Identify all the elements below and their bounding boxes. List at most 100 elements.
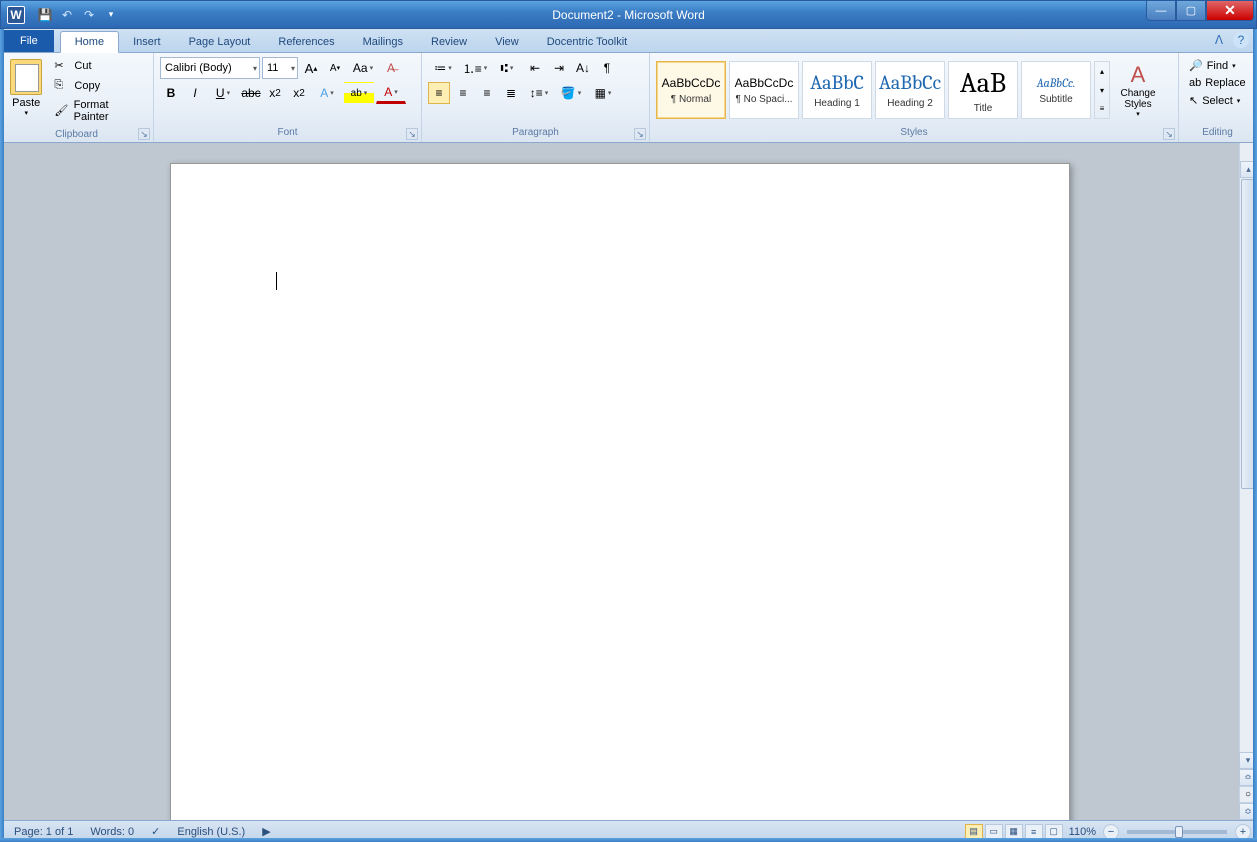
decrease-indent-button[interactable]: ⇤: [524, 57, 546, 79]
cut-button[interactable]: ✂Cut: [50, 57, 147, 75]
macro-status-icon[interactable]: ▶: [254, 825, 279, 838]
paste-label: Paste: [12, 97, 40, 109]
find-button[interactable]: 🔎Find ▾: [1185, 57, 1240, 74]
zoom-level[interactable]: 110%: [1065, 826, 1101, 838]
page-status[interactable]: Page: 1 of 1: [6, 826, 82, 838]
styles-gallery-more[interactable]: ▴▾≡: [1094, 61, 1110, 119]
font-size-combo[interactable]: 11: [262, 57, 298, 79]
bullets-button[interactable]: ≔: [428, 57, 458, 79]
align-center-button[interactable]: ≡: [452, 82, 474, 104]
shrink-font-button[interactable]: A▾: [324, 57, 346, 79]
justify-button[interactable]: ≣: [500, 82, 522, 104]
style-label: ¶ Normal: [671, 94, 711, 105]
tab-file[interactable]: File: [4, 30, 54, 52]
window-title: Document2 - Microsoft Word: [552, 8, 705, 22]
paragraph-group-label: Paragraph: [426, 125, 645, 140]
underline-button[interactable]: U: [208, 82, 238, 104]
tab-references[interactable]: References: [264, 32, 348, 52]
style-preview: AaBbCc: [879, 71, 941, 94]
numbering-button[interactable]: ⒈≡: [460, 57, 490, 79]
ribbon-tabs: File Home Insert Page Layout References …: [0, 29, 1257, 53]
copy-icon: ⎘: [54, 79, 70, 93]
tab-review[interactable]: Review: [417, 32, 481, 52]
tab-home[interactable]: Home: [60, 31, 119, 53]
font-color-button[interactable]: A: [376, 82, 406, 104]
borders-button[interactable]: ▦: [588, 82, 618, 104]
style-no-spacing[interactable]: AaBbCcDc¶ No Spaci...: [729, 61, 799, 119]
paragraph-launcher-icon[interactable]: ↘: [634, 128, 646, 140]
tab-view[interactable]: View: [481, 32, 533, 52]
title-bar: W 💾 ↶ ↷ ▾ Document2 - Microsoft Word — ▢…: [0, 0, 1257, 29]
sort-button[interactable]: A↓: [572, 57, 594, 79]
shading-button[interactable]: 🪣: [556, 82, 586, 104]
select-button[interactable]: ↖Select ▾: [1185, 92, 1244, 109]
clear-formatting-button[interactable]: A̶: [380, 57, 402, 79]
grow-font-button[interactable]: A▴: [300, 57, 322, 79]
window-frame: [1253, 29, 1257, 842]
copy-button[interactable]: ⎘Copy: [50, 77, 147, 95]
change-styles-button[interactable]: A Change Styles ▾: [1116, 62, 1160, 118]
superscript-button[interactable]: x2: [288, 82, 310, 104]
style-label: Heading 2: [887, 98, 933, 109]
text-effects-button[interactable]: A: [312, 82, 342, 104]
qat-customize-icon[interactable]: ▾: [101, 5, 121, 25]
tab-insert[interactable]: Insert: [119, 32, 175, 52]
highlight-button[interactable]: ab: [344, 82, 374, 104]
scissors-icon: ✂: [54, 59, 70, 73]
qat-undo-icon[interactable]: ↶: [57, 5, 77, 25]
close-button[interactable]: ✕: [1206, 1, 1254, 21]
minimize-ribbon-icon[interactable]: ᐱ: [1211, 32, 1227, 48]
replace-label: Replace: [1205, 77, 1245, 89]
zoom-slider-thumb[interactable]: [1175, 826, 1183, 838]
subscript-button[interactable]: x2: [264, 82, 286, 104]
document-page[interactable]: [170, 163, 1070, 820]
styles-group-label: Styles: [654, 125, 1174, 140]
style-heading-1[interactable]: AaBbCHeading 1: [802, 61, 872, 119]
format-painter-button[interactable]: 🖌Format Painter: [50, 97, 147, 125]
show-hide-button[interactable]: ¶: [596, 57, 618, 79]
style-preview: AaB: [960, 67, 1006, 99]
style-heading-2[interactable]: AaBbCc Heading 2: [875, 61, 945, 119]
style-normal[interactable]: AaBbCcDc¶ Normal: [656, 61, 726, 119]
word-app-icon[interactable]: W: [7, 6, 25, 24]
minimize-button[interactable]: —: [1146, 1, 1176, 21]
help-icon[interactable]: ?: [1233, 32, 1249, 48]
replace-icon: ab: [1189, 77, 1201, 89]
bold-button[interactable]: B: [160, 82, 182, 104]
document-area: ▤ ▴ ▾ ≏ ○ ≎: [0, 143, 1257, 820]
ribbon: Paste ▾ ✂Cut ⎘Copy 🖌Format Painter Clipb…: [0, 53, 1257, 143]
clipboard-launcher-icon[interactable]: ↘: [138, 128, 150, 140]
style-title[interactable]: AaBTitle: [948, 61, 1018, 119]
tab-page-layout[interactable]: Page Layout: [175, 32, 265, 52]
change-case-button[interactable]: Aa: [348, 57, 378, 79]
qat-save-icon[interactable]: 💾: [35, 5, 55, 25]
font-launcher-icon[interactable]: ↘: [406, 128, 418, 140]
font-name-combo[interactable]: Calibri (Body): [160, 57, 260, 79]
maximize-button[interactable]: ▢: [1176, 1, 1206, 21]
font-name-value: Calibri (Body): [165, 62, 232, 74]
style-label: Heading 1: [814, 98, 860, 109]
tab-mailings[interactable]: Mailings: [349, 32, 417, 52]
window-frame: [0, 29, 4, 842]
line-spacing-button[interactable]: ↕≡: [524, 82, 554, 104]
font-group-label: Font: [158, 125, 417, 140]
text-cursor: [276, 272, 277, 290]
align-right-button[interactable]: ≡: [476, 82, 498, 104]
binoculars-icon: 🔎: [1189, 59, 1203, 72]
increase-indent-button[interactable]: ⇥: [548, 57, 570, 79]
qat-redo-icon[interactable]: ↷: [79, 5, 99, 25]
replace-button[interactable]: ab Replace: [1185, 75, 1250, 91]
styles-launcher-icon[interactable]: ↘: [1163, 128, 1175, 140]
language-status[interactable]: English (U.S.): [169, 826, 254, 838]
tab-docentric-toolkit[interactable]: Docentric Toolkit: [533, 32, 642, 52]
multilevel-list-button[interactable]: ⑆: [492, 57, 522, 79]
proofing-status-icon[interactable]: ✓: [143, 825, 169, 838]
style-subtitle[interactable]: AaBbCc.Subtitle: [1021, 61, 1091, 119]
word-count-status[interactable]: Words: 0: [82, 826, 143, 838]
zoom-slider[interactable]: [1127, 830, 1227, 834]
cursor-icon: ↖: [1189, 94, 1198, 107]
strikethrough-button[interactable]: abc: [240, 82, 262, 104]
italic-button[interactable]: I: [184, 82, 206, 104]
align-left-button[interactable]: ≡: [428, 82, 450, 104]
paste-button[interactable]: Paste ▾: [6, 57, 46, 119]
